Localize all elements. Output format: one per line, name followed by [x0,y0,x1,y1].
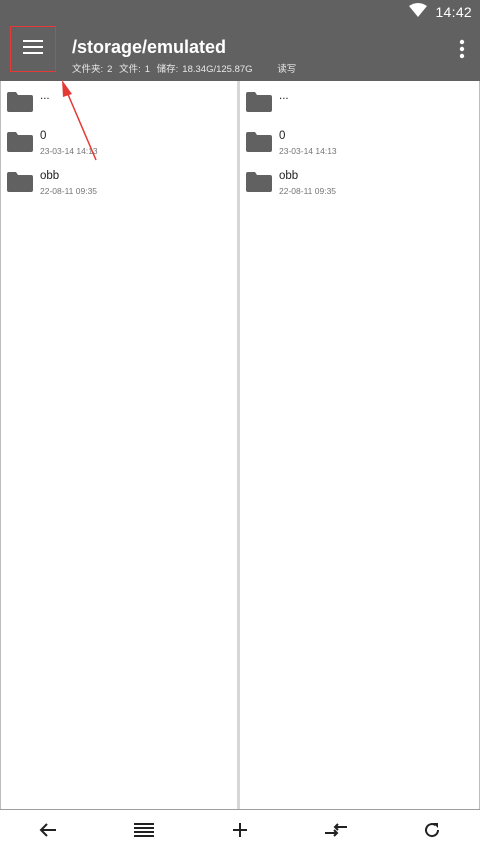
access-mode: 读写 [277,64,297,75]
refresh-icon [423,821,441,844]
list-item[interactable]: obb 22-08-11 09:35 [1,165,238,205]
more-vert-icon [459,39,465,64]
folder-icon [7,92,33,117]
right-pane[interactable]: ... 0 23-03-14 14:13 obb 22-08-11 09:35 [240,81,480,809]
bottom-toolbar [0,809,480,854]
item-date: 22-08-11 09:35 [279,186,337,196]
list-icon [134,822,154,842]
folders-label: 文件夹: [72,64,104,75]
list-item[interactable]: 0 23-03-14 14:13 [240,125,479,165]
folder-icon [246,132,272,157]
list-item[interactable]: obb 22-08-11 09:35 [240,165,479,205]
folder-icon [7,132,33,157]
toolbar: /storage/emulated 文件夹: 2 文件: 1 储存: 18.34G/1… [0,24,480,81]
storage-summary: 文件夹: 2 文件: 1 储存: 18.34G/125.87G 读写 [72,61,300,75]
item-name: obb [279,170,299,182]
swap-panes-button[interactable] [288,810,384,854]
back-button[interactable] [0,810,96,854]
folder-icon [7,172,33,197]
folder-icon [246,172,272,197]
menu-icon [23,39,43,60]
list-item[interactable]: 0 23-03-14 14:13 [1,125,238,165]
list-item-parent[interactable]: ... [1,85,238,125]
item-date: 23-03-14 14:13 [40,146,98,156]
arrow-left-icon [39,822,57,843]
item-date: 23-03-14 14:13 [279,146,337,156]
files-label: 文件: [119,64,141,75]
dual-pane-area: ... 0 23-03-14 14:13 obb 22-08-11 09:35 … [0,81,480,809]
folder-icon [246,92,272,117]
storage-label: 储存: [156,64,179,75]
swap-icon [325,822,347,843]
item-name: ... [279,90,289,102]
item-name: obb [40,170,60,182]
menu-button[interactable] [10,26,56,72]
item-name: 0 [279,130,286,142]
status-time: 14:42 [435,4,472,20]
status-right: 14:42 [409,2,472,22]
pane-divider[interactable] [237,81,240,809]
left-pane[interactable]: ... 0 23-03-14 14:13 obb 22-08-11 09:35 [0,81,238,809]
wifi-icon [409,2,428,22]
status-bar: 14:42 [0,0,480,24]
refresh-button[interactable] [384,810,480,854]
storage-value: 18.34G/125.87G [182,64,253,75]
list-item-parent[interactable]: ... [240,85,479,125]
item-name: ... [40,90,50,102]
folders-count: 2 [107,64,113,75]
item-date: 22-08-11 09:35 [40,186,98,196]
list-view-button[interactable] [96,810,192,854]
plus-icon [232,822,248,843]
files-count: 1 [144,64,151,75]
item-name: 0 [40,130,47,142]
page-title: /storage/emulated [72,37,227,57]
add-button[interactable] [192,810,288,854]
more-options-button[interactable] [452,36,472,66]
